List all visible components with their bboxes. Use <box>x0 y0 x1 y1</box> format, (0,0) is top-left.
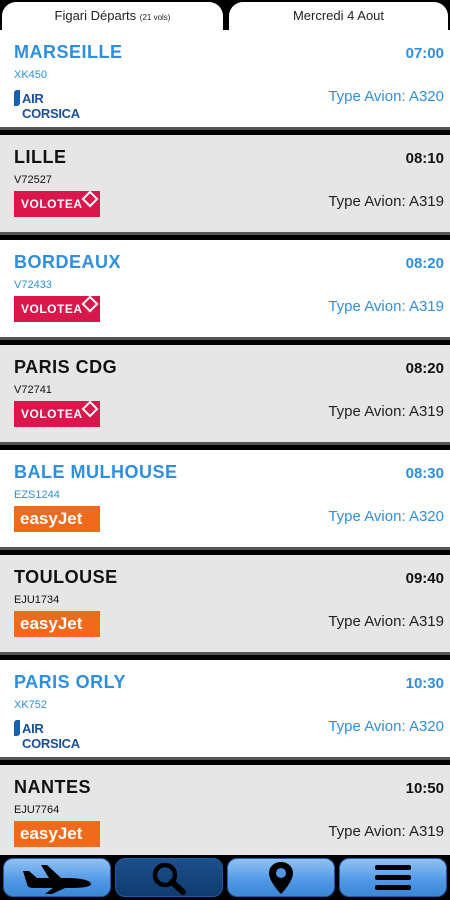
nav-search-button[interactable] <box>115 858 223 897</box>
flight-row[interactable]: BORDEAUX V72433 08:20 Type Avion: A319 VOLOT… <box>0 240 450 340</box>
volotea-logo: VOLOTEA <box>14 190 100 217</box>
header: Figari Départs (21 vols) Mercredi 4 Aout <box>0 0 450 30</box>
flight-row[interactable]: BALE MULHOUSE EZS1244 08:30 Type Avion: A32… <box>0 450 450 550</box>
aircraft-type: Type Avion: A319 <box>328 403 444 420</box>
flight-row[interactable]: MARSEILLE XK450 07:00 Type Avion: A320 AIR C… <box>0 30 450 130</box>
flight-row[interactable]: PARIS CDG V72741 08:20 Type Avion: A319 VOLO… <box>0 345 450 445</box>
easyjet-logo: easyJet <box>14 821 100 847</box>
aircraft-type: Type Avion: A320 <box>328 88 444 105</box>
volotea-diamond-icon <box>81 295 99 313</box>
volotea-logo: VOLOTEA <box>14 295 100 322</box>
flight-destination: LILLE <box>14 147 67 167</box>
easyjet-logo: easyJet <box>14 611 100 637</box>
aircraft-type: Type Avion: A319 <box>328 613 444 630</box>
flight-number: EZS1244 <box>14 489 60 501</box>
map-pin-icon <box>269 861 293 894</box>
flight-number: EJU1734 <box>14 594 60 606</box>
bottom-nav <box>0 855 450 900</box>
volotea-diamond-icon <box>81 400 99 418</box>
flight-time: 08:30 <box>405 465 444 482</box>
aircraft-type: Type Avion: A319 <box>328 298 444 315</box>
aircraft-type: Type Avion: A319 <box>328 823 444 840</box>
aircraft-type: Type Avion: A320 <box>328 508 444 525</box>
aircraft-type: Type Avion: A319 <box>328 193 444 210</box>
tab-departures-count: (21 vols) <box>139 13 171 22</box>
volotea-logo: VOLOTEA <box>14 400 100 427</box>
flight-row[interactable]: NANTES EJU7764 10:50 Type Avion: A319 easyJe… <box>0 765 450 865</box>
flight-number: XK450 <box>14 69 48 81</box>
flight-time: 10:30 <box>405 675 444 692</box>
flight-number: XK752 <box>14 699 48 711</box>
airline-logo-text: VOLOTEA <box>21 407 83 421</box>
flight-destination: BALE MULHOUSE <box>14 462 178 482</box>
easyjet-logo: easyJet <box>14 506 100 532</box>
flight-row[interactable]: PARIS ORLY XK752 10:30 Type Avion: A320 AIR … <box>0 660 450 760</box>
flight-time: 08:20 <box>405 360 444 377</box>
flight-number: V72527 <box>14 174 52 186</box>
search-icon <box>152 862 186 895</box>
airline-logo-text: VOLOTEA <box>21 197 83 211</box>
airline-logo-text: easyJet <box>20 509 83 528</box>
air-corsica-mark-icon <box>14 90 20 106</box>
flight-number: V72433 <box>14 279 52 291</box>
airline-logo-text: easyJet <box>20 824 83 843</box>
flight-destination: BORDEAUX <box>14 252 122 272</box>
nav-departures-button[interactable] <box>3 858 111 897</box>
nav-menu-button[interactable] <box>339 858 447 897</box>
flight-destination: PARIS CDG <box>14 357 118 377</box>
flight-time: 07:00 <box>405 45 444 62</box>
volotea-diamond-icon <box>81 190 99 208</box>
flight-destination: PARIS ORLY <box>14 672 127 692</box>
tab-date-label: Mercredi 4 Aout <box>292 8 385 23</box>
flight-number: EJU7764 <box>14 804 60 816</box>
aircraft-type: Type Avion: A320 <box>328 718 444 735</box>
tab-departures-title: Figari Départs <box>54 8 137 23</box>
tab-date[interactable]: Mercredi 4 Aout <box>229 2 448 30</box>
flight-destination: TOULOUSE <box>14 567 118 587</box>
airline-logo-text: VOLOTEA <box>21 302 83 316</box>
flight-time: 08:20 <box>405 255 444 272</box>
menu-icon <box>375 864 411 890</box>
airline-logo-text: AIR CORSICA <box>22 91 80 121</box>
flight-number: V72741 <box>14 384 52 396</box>
air-corsica-logo: AIR CORSICA <box>14 717 104 751</box>
flight-destination: MARSEILLE <box>14 42 123 62</box>
flight-destination: NANTES <box>14 777 92 797</box>
airplane-icon <box>23 864 91 894</box>
tab-departures[interactable]: Figari Départs (21 vols) <box>2 2 223 30</box>
airline-logo-text: AIR CORSICA <box>22 721 80 751</box>
flight-time: 10:50 <box>405 780 444 797</box>
flight-time: 08:10 <box>405 150 444 167</box>
nav-map-button[interactable] <box>227 858 335 897</box>
airline-logo-text: easyJet <box>20 614 83 633</box>
flight-row[interactable]: TOULOUSE EJU1734 09:40 Type Avion: A319 easy… <box>0 555 450 655</box>
flight-time: 09:40 <box>405 570 444 587</box>
flight-row[interactable]: LILLE V72527 08:10 Type Avion: A319 VOLOTEA <box>0 135 450 235</box>
air-corsica-logo: AIR CORSICA <box>14 87 104 121</box>
air-corsica-mark-icon <box>14 720 20 736</box>
